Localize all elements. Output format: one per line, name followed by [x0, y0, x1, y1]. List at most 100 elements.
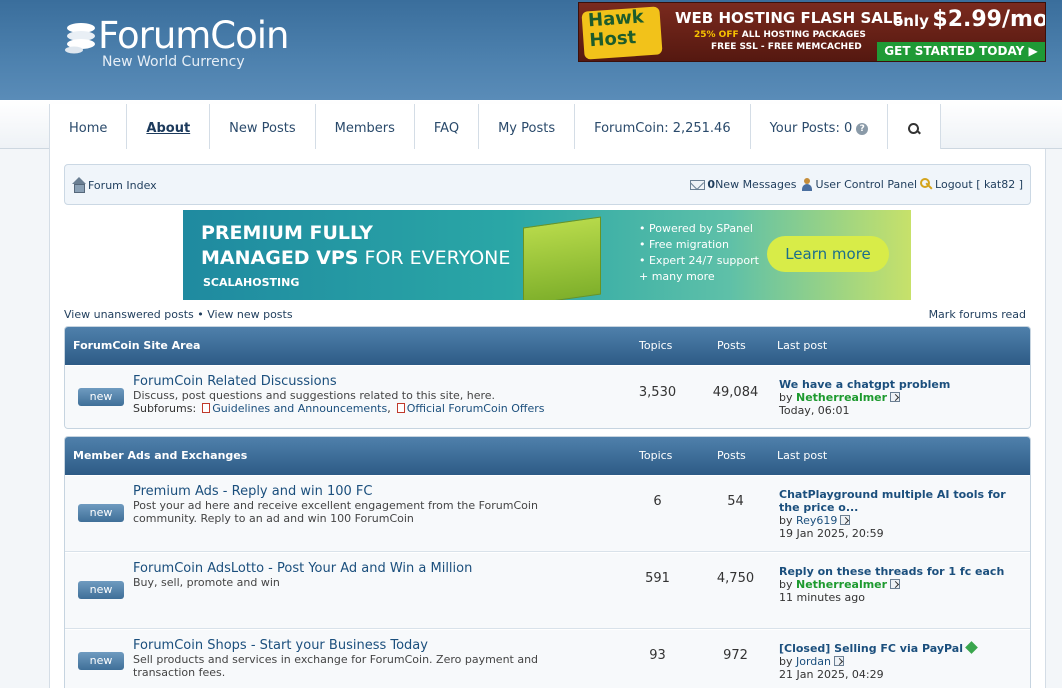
- column-topics: Topics: [639, 449, 673, 462]
- forum-row: new ForumCoin AdsLotto - Post Your Ad an…: [65, 552, 1030, 629]
- view-new-posts-link[interactable]: View new posts: [207, 308, 292, 321]
- column-posts: Posts: [717, 449, 746, 462]
- category-forumcoin-site-area: ForumCoin Site Area Topics Posts Last po…: [64, 326, 1031, 429]
- last-post-time: 19 Jan 2025, 20:59: [779, 527, 884, 540]
- forum-quick-links: View unanswered posts • View new posts: [64, 308, 293, 321]
- home-icon: [71, 177, 86, 193]
- last-post-user[interactable]: Rey619: [796, 514, 837, 527]
- server-illustration: [523, 216, 601, 300]
- forum-description: Post your ad here and receive excellent …: [133, 499, 538, 525]
- user-links: 0 New Messages User Control Panel Logout…: [690, 178, 1023, 191]
- hawkhost-logo: Hawk Host: [581, 6, 663, 60]
- category-title[interactable]: Member Ads and Exchanges: [73, 449, 247, 462]
- logout-link[interactable]: Logout [ kat82 ]: [935, 178, 1023, 191]
- key-icon: [920, 178, 933, 191]
- forum-row: new ForumCoin Related Discussions Discus…: [65, 365, 1030, 428]
- ad-get-started-button[interactable]: GET STARTED TODAY ▶: [877, 42, 1045, 61]
- forum-description: Sell products and services in exchange f…: [133, 653, 539, 679]
- last-post-user[interactable]: Netherrealmer: [796, 578, 887, 591]
- last-post: Reply on these threads for 1 fc each by …: [779, 565, 1009, 604]
- subforum-link[interactable]: Official ForumCoin Offers: [407, 402, 545, 415]
- scala-line2: MANAGED VPS FOR EVERYONE: [201, 247, 510, 269]
- view-latest-post-icon[interactable]: [890, 579, 901, 589]
- envelope-icon: [690, 179, 706, 190]
- breadcrumb-bar: Forum Index 0 New Messages User Control …: [64, 164, 1031, 205]
- scala-brand: SCALAHOSTING: [203, 276, 300, 289]
- link-separator: •: [193, 308, 208, 321]
- site-logo[interactable]: ForumCoin New World Currency: [62, 14, 322, 78]
- last-post-title[interactable]: We have a chatgpt problem: [779, 378, 1009, 391]
- scala-bullet: • Powered by SPanel: [639, 222, 753, 235]
- nav-home[interactable]: Home: [50, 104, 128, 153]
- subforums-label: Subforums:: [133, 402, 197, 415]
- last-post: We have a chatgpt problem by Netherrealm…: [779, 378, 1009, 417]
- topic-count: 6: [653, 494, 662, 509]
- new-badge: new: [78, 388, 124, 406]
- view-latest-post-icon[interactable]: [890, 392, 901, 402]
- hawkhost-banner-ad[interactable]: Hawk Host WEB HOSTING FLASH SALE 25% OFF…: [578, 2, 1046, 62]
- scala-bullet: • Expert 24/7 support: [639, 254, 759, 267]
- nav-your-posts[interactable]: Your Posts: 0?: [751, 104, 889, 153]
- scala-learn-more-button[interactable]: Learn more: [767, 236, 889, 272]
- last-post-user[interactable]: Jordan: [796, 655, 831, 668]
- user-icon: [801, 178, 813, 191]
- forum-title[interactable]: ForumCoin Shops - Start your Business To…: [133, 638, 428, 653]
- category-title[interactable]: ForumCoin Site Area: [73, 339, 200, 352]
- new-messages-count[interactable]: 0: [707, 178, 715, 191]
- ad-price-value: $2.99/mo: [932, 7, 1046, 32]
- view-latest-post-icon[interactable]: [840, 515, 851, 525]
- post-count: 972: [723, 648, 748, 663]
- main-nav: Home About New Posts Members FAQ My Post…: [49, 104, 942, 153]
- category-header: ForumCoin Site Area Topics Posts Last po…: [65, 327, 1030, 365]
- last-post-title[interactable]: ChatPlayground multiple AI tools for the…: [779, 488, 1009, 514]
- user-control-panel-link[interactable]: User Control Panel: [816, 178, 918, 191]
- nav-forumcoin-balance[interactable]: ForumCoin: 2,251.46: [575, 104, 751, 153]
- your-posts-label: Your Posts: 0: [769, 121, 853, 136]
- last-post-time: 11 minutes ago: [779, 591, 865, 604]
- forum-title[interactable]: ForumCoin Related Discussions: [133, 374, 337, 389]
- last-post-by: by: [779, 655, 793, 668]
- view-latest-post-icon[interactable]: [834, 656, 844, 666]
- scalahosting-banner-ad[interactable]: PREMIUM FULLY MANAGED VPS FOR EVERYONE S…: [183, 210, 911, 300]
- forum-title[interactable]: Premium Ads - Reply and win 100 FC: [133, 484, 372, 499]
- ad-discount: 25% OFF: [694, 30, 739, 40]
- last-post-title[interactable]: [Closed] Selling FC via PayPal: [779, 642, 963, 655]
- logo-subtitle: New World Currency: [102, 54, 245, 70]
- new-badge: new: [78, 652, 124, 670]
- forum-row: new ForumCoin Shops - Start your Busines…: [65, 629, 1030, 688]
- scala-line2-bold: MANAGED VPS: [201, 247, 359, 269]
- post-count: 4,750: [716, 571, 755, 586]
- nav-search[interactable]: [888, 104, 942, 153]
- last-post-user[interactable]: Netherrealmer: [796, 391, 887, 404]
- ad-headline: WEB HOSTING FLASH SALE: [675, 9, 903, 27]
- column-last-post: Last post: [777, 449, 828, 462]
- nav-faq[interactable]: FAQ: [415, 104, 480, 153]
- forum-doc-icon: [202, 403, 211, 413]
- forum-title[interactable]: ForumCoin AdsLotto - Post Your Ad and Wi…: [133, 561, 472, 576]
- view-unanswered-link[interactable]: View unanswered posts: [64, 308, 194, 321]
- scala-bullet: + many more: [639, 270, 715, 283]
- mark-forums-read-link[interactable]: Mark forums read: [929, 308, 1026, 321]
- new-badge: new: [78, 581, 124, 599]
- new-messages-link[interactable]: New Messages: [715, 178, 796, 191]
- help-icon[interactable]: ?: [856, 122, 869, 135]
- category-member-ads: Member Ads and Exchanges Topics Posts La…: [64, 436, 1031, 688]
- forum-doc-icon: [396, 403, 405, 413]
- nav-new-posts[interactable]: New Posts: [210, 104, 316, 153]
- post-count: 49,084: [712, 385, 759, 400]
- nav-members[interactable]: Members: [316, 104, 415, 153]
- last-post-by: by: [779, 514, 793, 527]
- last-post-title[interactable]: Reply on these threads for 1 fc each: [779, 565, 1009, 578]
- last-post-by: by: [779, 578, 793, 591]
- last-post: ChatPlayground multiple AI tools for the…: [779, 488, 1009, 540]
- subforums: Subforums: Guidelines and Announcements, O…: [133, 402, 545, 415]
- nav-my-posts[interactable]: My Posts: [479, 104, 576, 153]
- subforum-link[interactable]: Guidelines and Announcements: [212, 402, 387, 415]
- hawkhost-brand: Hawk Host: [587, 6, 645, 52]
- breadcrumb-forum-index[interactable]: Forum Index: [88, 179, 157, 192]
- search-icon: [907, 122, 921, 136]
- ad-packages: ALL HOSTING PACKAGES: [741, 30, 866, 40]
- nav-about[interactable]: About: [127, 104, 211, 153]
- scala-line2-rest: FOR EVERYONE: [358, 247, 511, 269]
- new-badge: new: [78, 504, 124, 522]
